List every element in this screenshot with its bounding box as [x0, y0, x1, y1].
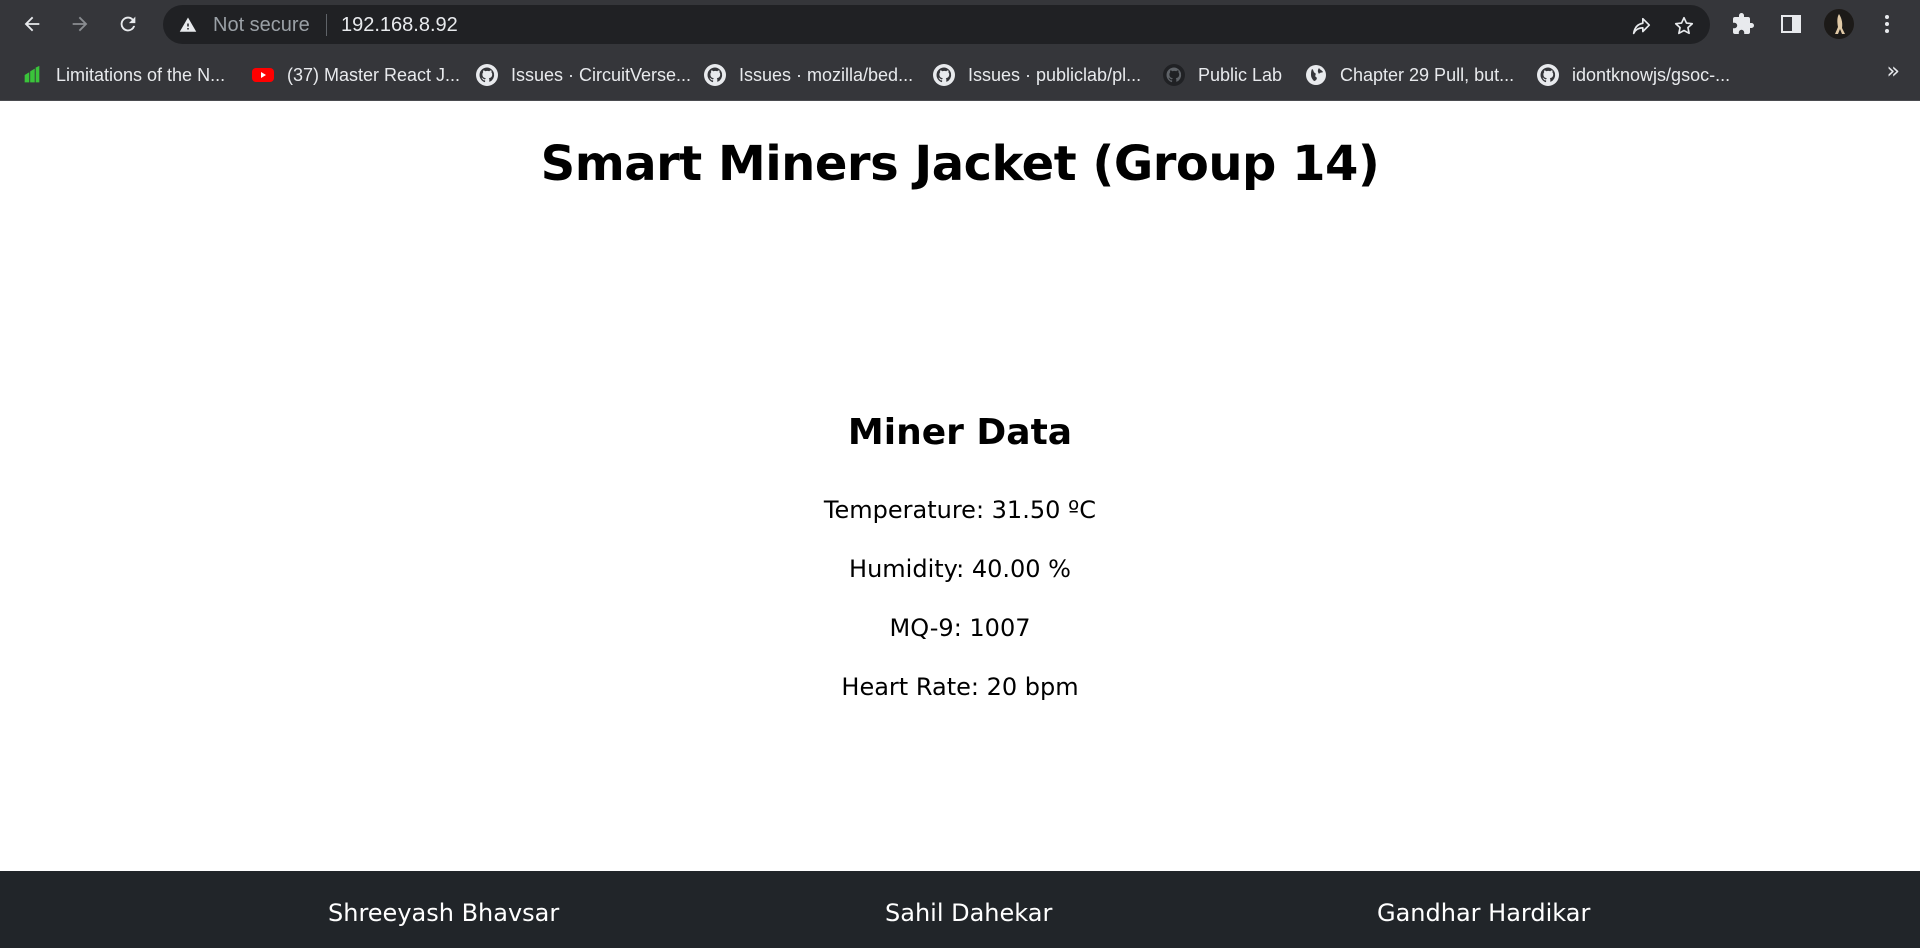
- bookmark-label: idontknowjs/gsoc-...: [1572, 64, 1731, 85]
- team-member-name: Shreeyash Bhavsar: [328, 899, 560, 927]
- bookmark-item[interactable]: idontknowjs/gsoc-...: [1536, 61, 1730, 89]
- bookmark-item[interactable]: Issues · publiclab/pl...: [932, 61, 1141, 89]
- side-panel-icon[interactable]: [1779, 12, 1803, 36]
- bookmark-item[interactable]: (37) Master React J...: [251, 61, 460, 89]
- github-icon: [1536, 63, 1560, 87]
- page-title: Smart Miners Jacket (Group 14): [540, 136, 1380, 192]
- bookmark-label: Issues · mozilla/bed...: [739, 64, 914, 85]
- bookmark-item[interactable]: Limitations of the N...: [20, 61, 225, 89]
- bookmark-item[interactable]: Chapter 29 Pull, but...: [1304, 61, 1514, 89]
- back-button[interactable]: [20, 12, 44, 36]
- forward-button[interactable]: [68, 12, 92, 36]
- globe-icon: [1304, 63, 1328, 87]
- forward-arrow-icon: [72, 16, 88, 32]
- bookmark-item[interactable]: Issues · mozilla/bed...: [703, 61, 913, 89]
- youtube-icon: [251, 63, 275, 87]
- team-member-name: Gandhar Hardikar: [1377, 899, 1591, 927]
- github-icon: [703, 63, 727, 87]
- bookmark-item[interactable]: Issues · CircuitVerse...: [475, 61, 691, 89]
- bookmark-label: Issues · publiclab/pl...: [968, 64, 1142, 85]
- browser-toolbar: Not secure 192.168.8.92: [0, 0, 1920, 49]
- temperature-reading: Temperature: 31.50 ºC: [823, 496, 1097, 524]
- miner-data-heading: Miner Data: [847, 412, 1073, 453]
- security-status[interactable]: Not secure: [213, 14, 310, 37]
- humidity-reading: Humidity: 40.00 %: [849, 555, 1071, 583]
- reload-button[interactable]: [116, 12, 140, 36]
- menu-kebab-icon[interactable]: [1875, 12, 1899, 36]
- github-icon: [475, 63, 499, 87]
- back-arrow-icon: [24, 16, 40, 32]
- more-bookmarks-button[interactable]: »: [1887, 59, 1900, 84]
- mq9-reading: MQ-9: 1007: [889, 614, 1031, 642]
- bookmark-label: Issues · CircuitVerse...: [511, 64, 692, 85]
- extensions-puzzle-icon[interactable]: [1731, 12, 1755, 36]
- bookmark-label: Chapter 29 Pull, but...: [1340, 64, 1515, 85]
- profile-avatar[interactable]: [1824, 9, 1854, 39]
- github-icon: [932, 63, 956, 87]
- reload-icon: [120, 16, 136, 32]
- address-bar[interactable]: Not secure 192.168.8.92: [163, 5, 1710, 44]
- team-footer: Shreeyash Bhavsar Sahil Dahekar Gandhar …: [0, 871, 1920, 948]
- bookmarks-bar: Limitations of the N... (37) Master Reac…: [0, 49, 1920, 101]
- bookmark-item[interactable]: Public Lab: [1162, 61, 1282, 89]
- bookmark-star-icon[interactable]: [1673, 15, 1695, 37]
- green-logo-icon: [20, 63, 44, 87]
- url-text[interactable]: 192.168.8.92: [341, 14, 458, 37]
- github-icon: [1162, 63, 1186, 87]
- team-member-name: Sahil Dahekar: [885, 899, 1053, 927]
- heart-rate-reading: Heart Rate: 20 bpm: [841, 673, 1079, 701]
- warning-icon[interactable]: [179, 16, 197, 34]
- bookmark-label: (37) Master React J...: [287, 64, 461, 85]
- avatar-image: [1824, 9, 1854, 39]
- bookmark-label: Public Lab: [1198, 64, 1283, 85]
- bookmark-label: Limitations of the N...: [56, 64, 226, 85]
- share-icon[interactable]: [1630, 15, 1652, 37]
- omnibox-divider: [326, 14, 327, 36]
